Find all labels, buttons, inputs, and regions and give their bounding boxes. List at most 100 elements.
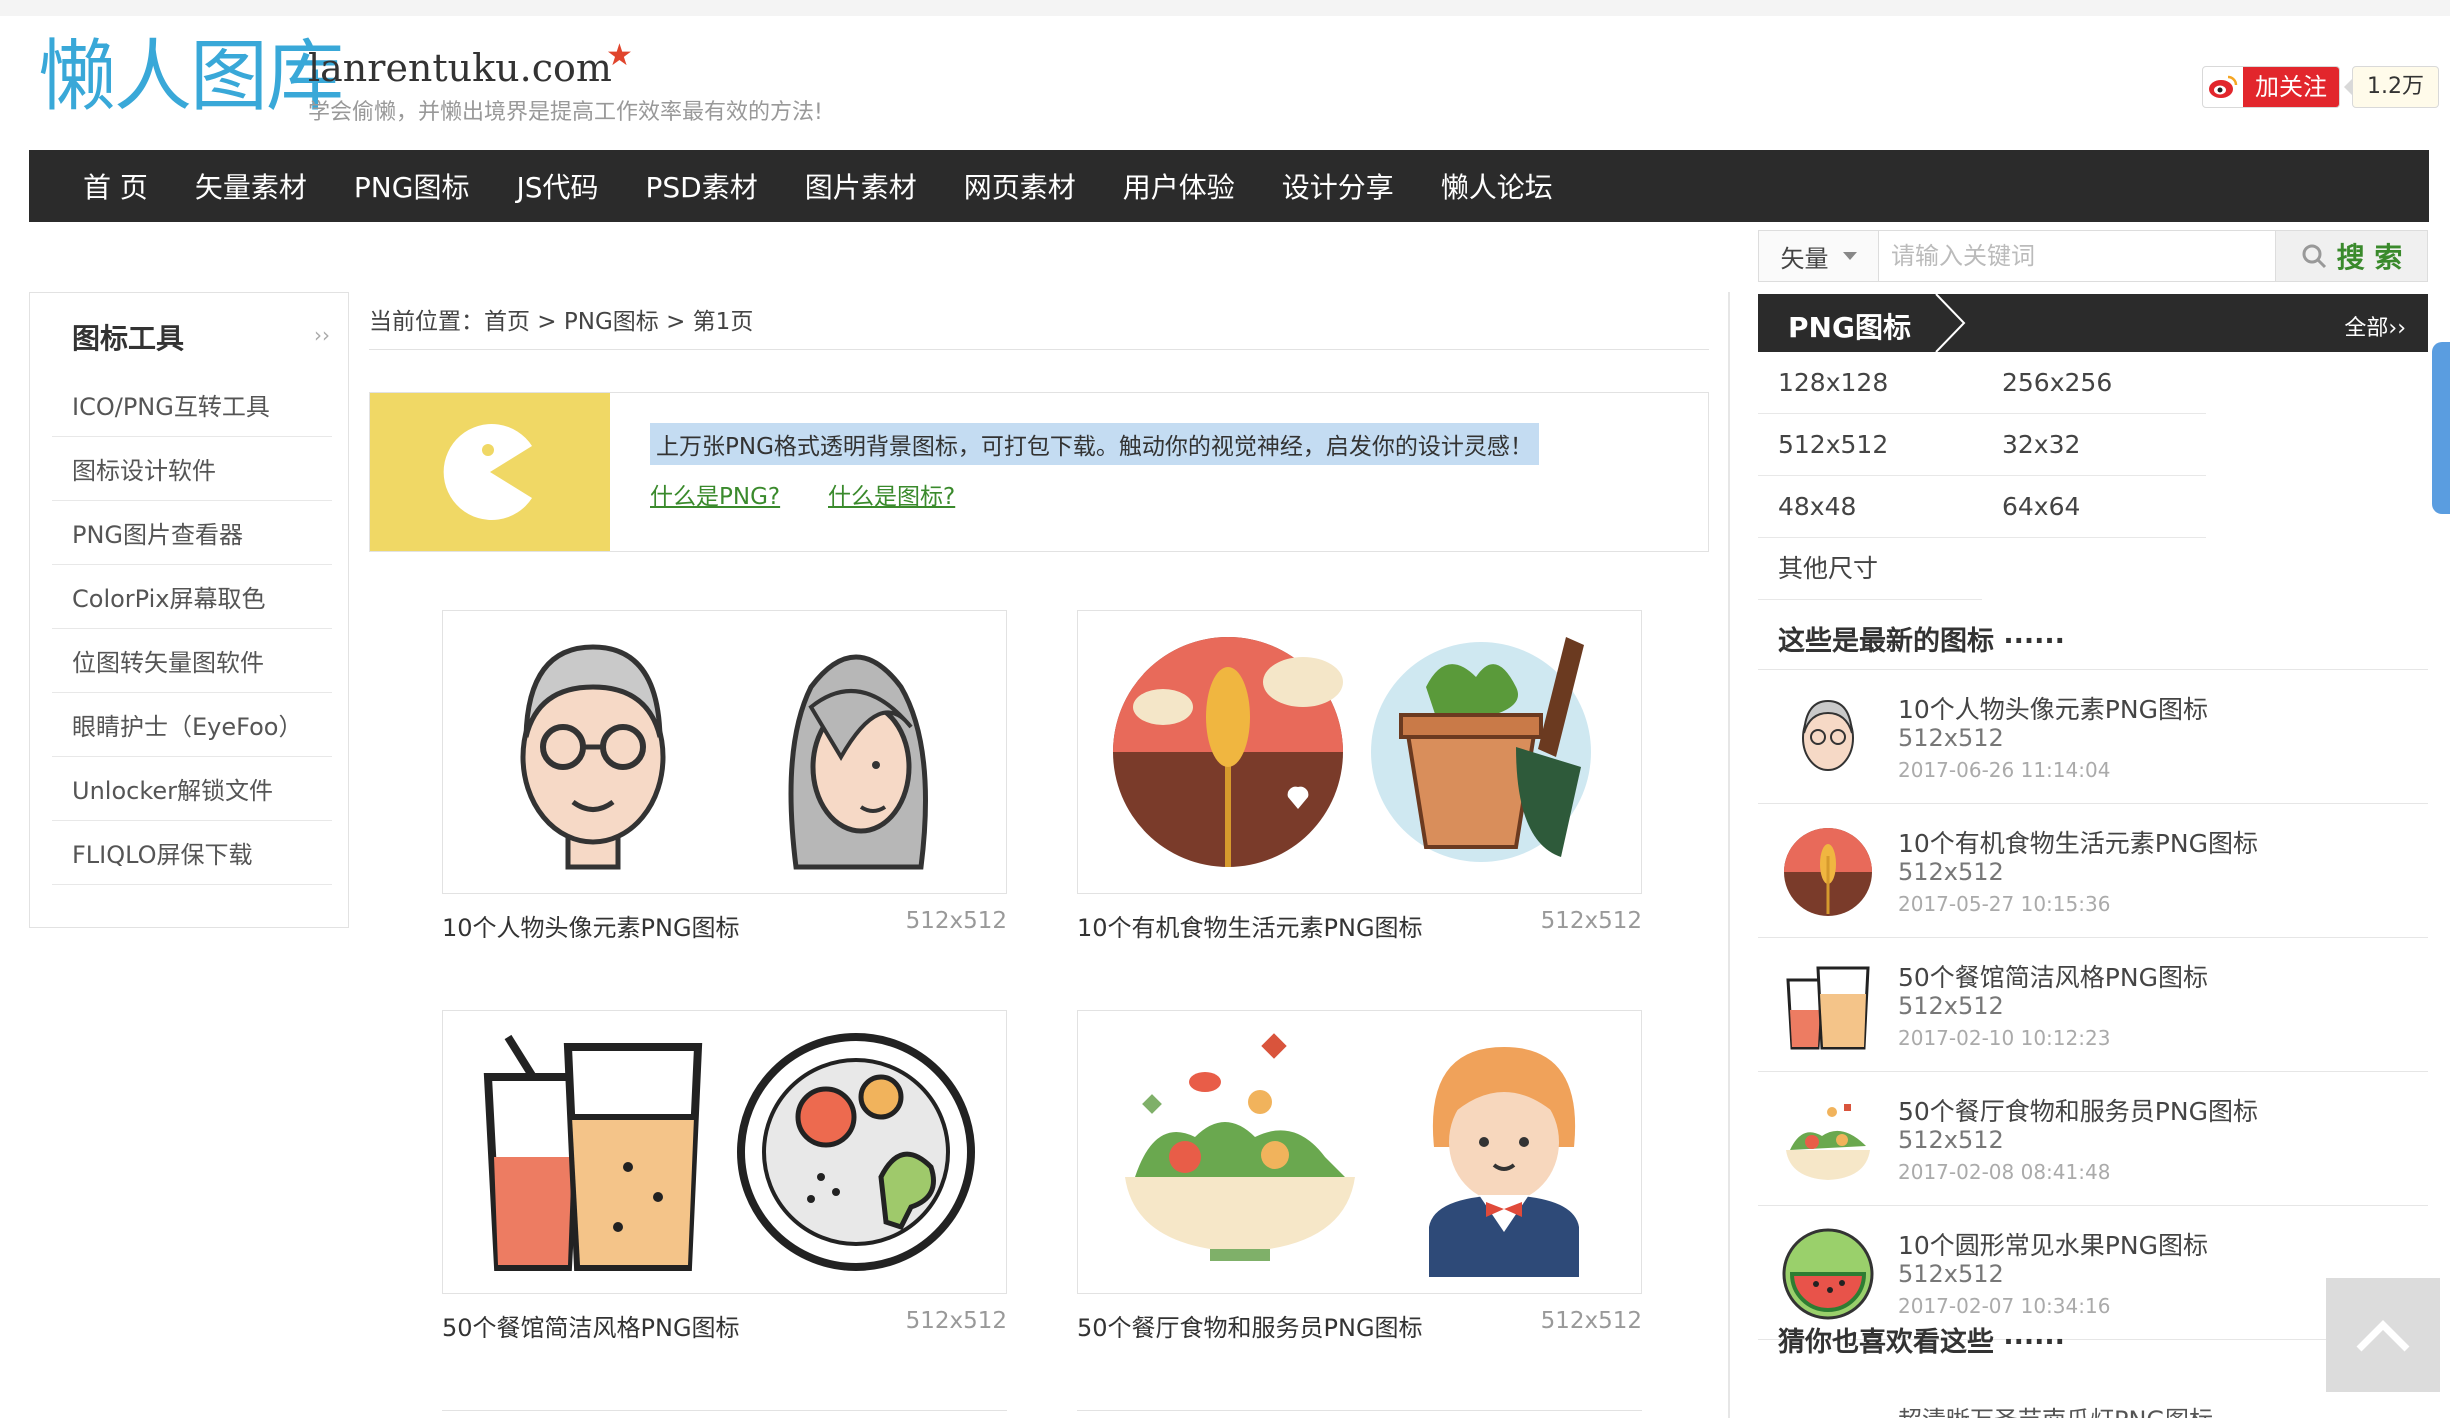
tool-sidebar: 图标工具 ›› ICO/PNG互转工具 图标设计软件 PNG图片查看器 Colo… [29, 292, 349, 928]
size-link[interactable]: 32x32 [1982, 414, 2206, 476]
sidebar-item[interactable]: PNG图片查看器 [52, 501, 332, 565]
latest-item-size: 512x512 [1898, 1126, 2004, 1154]
size-link[interactable]: 128x128 [1758, 352, 1982, 414]
what-is-png-link[interactable]: 什么是PNG? [650, 477, 780, 511]
latest-item-name[interactable]: 50个餐厅食物和服务员PNG图标 [1898, 1092, 2258, 1128]
star-icon: ★ [606, 38, 633, 73]
latest-item-name[interactable]: 10个人物头像元素PNG图标 [1898, 690, 2208, 726]
card-size: 512x512 [905, 908, 1007, 934]
sidebar-item[interactable]: ICO/PNG互转工具 [52, 373, 332, 437]
plant-pot-icon [1371, 637, 1592, 862]
card-title[interactable]: 50个餐馆简洁风格PNG图标 [442, 1308, 740, 1343]
nav-design-share[interactable]: 设计分享 [1282, 166, 1394, 206]
card-title[interactable]: 50个餐厅食物和服务员PNG图标 [1077, 1308, 1423, 1343]
follow-count: 1.2万 [2352, 66, 2439, 108]
banner-text: 上万张PNG格式透明背景图标，可打包下载。触动你的视觉神经，启发你的设计灵感！ [650, 423, 1539, 465]
nav-psd[interactable]: PSD素材 [646, 166, 758, 206]
card-caption: 10个人物头像元素PNG图标 512x512 [442, 908, 1007, 943]
latest-item-date: 2017-02-10 10:12:23 [1898, 1026, 2111, 1050]
latest-item-name[interactable]: 10个有机食物生活元素PNG图标 [1898, 824, 2258, 860]
site-slogan: 学会偷懒，并懒出境界是提高工作效率最有效的方法! [308, 100, 823, 125]
drink-glasses-icon [1780, 958, 1876, 1054]
card-size: 512x512 [1540, 1308, 1642, 1334]
nav-web[interactable]: 网页素材 [964, 166, 1076, 206]
sidebar-item[interactable]: 眼睛护士（EyeFoo） [52, 693, 332, 757]
nav-js-code[interactable]: JS代码 [516, 166, 598, 206]
card-thumbnail[interactable] [442, 1010, 1007, 1294]
size-grid: 128x128 256x256 512x512 32x32 48x48 64x6… [1758, 352, 2428, 600]
latest-item[interactable]: 50个餐厅食物和服务员PNG图标 512x512 2017-02-08 08:4… [1758, 1072, 2428, 1206]
nav-forum[interactable]: 懒人论坛 [1441, 166, 1553, 206]
latest-item[interactable]: 10个人物头像元素PNG图标 512x512 2017-06-26 11:14:… [1758, 670, 2428, 804]
sidebar-title: 图标工具 [72, 322, 185, 355]
site-logo[interactable]: 懒人图库 [38, 38, 344, 116]
icon-card[interactable]: 10个人物头像元素PNG图标 512x512 [442, 610, 1007, 943]
sidebar-list: ICO/PNG互转工具 图标设计软件 PNG图片查看器 ColorPix屏幕取色… [52, 373, 332, 885]
sidebar-item[interactable]: Unlocker解锁文件 [52, 757, 332, 821]
intro-banner: 上万张PNG格式透明背景图标，可打包下载。触动你的视觉神经，启发你的设计灵感！ … [369, 392, 1709, 552]
size-link[interactable]: 其他尺寸 [1758, 538, 1982, 600]
side-feedback-tab[interactable] [2432, 342, 2450, 514]
png-icons-header: PNG图标 全部›› [1758, 294, 2428, 352]
search-input[interactable] [1879, 231, 2275, 281]
search-type-select[interactable]: 矢量 [1759, 231, 1879, 281]
icon-card[interactable]: 10个有机食物生活元素PNG图标 512x512 [1077, 610, 1642, 943]
nav-home[interactable]: 首 页 [83, 166, 148, 206]
top-strip [0, 0, 2450, 16]
site-domain[interactable]: lanrentuku.com [308, 47, 612, 90]
latest-item-name[interactable]: 50个餐馆简洁风格PNG图标 [1898, 958, 2208, 994]
sidebar-item[interactable]: 位图转矢量图软件 [52, 629, 332, 693]
latest-item-size: 512x512 [1898, 858, 2004, 886]
nav-ux[interactable]: 用户体验 [1123, 166, 1235, 206]
icon-card-partial [442, 1410, 1007, 1418]
man-avatar-icon [1780, 690, 1876, 786]
nav-images[interactable]: 图片素材 [805, 166, 917, 206]
icon-card[interactable]: 50个餐厅食物和服务员PNG图标 512x512 [1077, 1010, 1642, 1343]
sidebar-more-icon[interactable]: ›› [314, 323, 330, 347]
size-link[interactable]: 48x48 [1758, 476, 1982, 538]
nav-vector[interactable]: 矢量素材 [195, 166, 307, 206]
size-link[interactable]: 64x64 [1982, 476, 2206, 538]
sidebar-item[interactable]: FLIQLO屏保下载 [52, 821, 332, 885]
recommend-item-partial[interactable]: 超清晰万圣节南瓜灯PNG图标 [1898, 1400, 2213, 1418]
size-link[interactable]: 256x256 [1982, 352, 2206, 414]
latest-item-name[interactable]: 10个圆形常见水果PNG图标 [1898, 1226, 2208, 1262]
nav-png-icons[interactable]: PNG图标 [354, 166, 470, 206]
breadcrumb: 当前位置：首页 > PNG图标 > 第1页 [369, 302, 1709, 350]
latest-item[interactable]: 10个有机食物生活元素PNG图标 512x512 2017-05-27 10:1… [1758, 804, 2428, 938]
size-link[interactable]: 512x512 [1758, 414, 1982, 476]
card-thumbnail[interactable] [1077, 610, 1642, 894]
card-size: 512x512 [905, 1308, 1007, 1334]
salad-bowl-icon [1780, 1092, 1876, 1188]
food-plate-icon [737, 1033, 976, 1271]
latest-item-date: 2017-06-26 11:14:04 [1898, 758, 2111, 782]
latest-item-size: 512x512 [1898, 724, 2004, 752]
latest-item[interactable]: 50个餐馆简洁风格PNG图标 512x512 2017-02-10 10:12:… [1758, 938, 2428, 1072]
icon-card[interactable]: 50个餐馆简洁风格PNG图标 512x512 [442, 1010, 1007, 1343]
chevron-up-icon [2356, 1320, 2410, 1352]
weibo-follow-button[interactable]: 加关注 [2202, 66, 2340, 108]
search-button[interactable]: 搜 索 [2275, 231, 2427, 281]
column-divider [1728, 292, 1730, 1418]
card-thumbnail[interactable] [1077, 1010, 1642, 1294]
weibo-follow: 加关注 1.2万 [2202, 66, 2439, 108]
waitress-icon [1428, 1047, 1579, 1277]
card-caption: 50个餐厅食物和服务员PNG图标 512x512 [1077, 1308, 1642, 1343]
search-icon [2302, 244, 2326, 269]
latest-icons-title: 这些是最新的图标 ······ [1758, 600, 2428, 670]
back-to-top-button[interactable] [2326, 1278, 2440, 1392]
sidebar-item[interactable]: 图标设计软件 [52, 437, 332, 501]
card-thumbnail[interactable] [442, 610, 1007, 894]
sidebar-item[interactable]: ColorPix屏幕取色 [52, 565, 332, 629]
follow-label: 加关注 [2243, 67, 2339, 107]
what-is-icon-link[interactable]: 什么是图标? [828, 477, 955, 511]
png-icons-all-link[interactable]: 全部›› [2344, 310, 2406, 342]
latest-item-date: 2017-02-08 08:41:48 [1898, 1160, 2111, 1184]
icon-card-partial [1077, 1410, 1642, 1418]
man-avatar-icon [520, 644, 666, 870]
weibo-icon [2203, 67, 2243, 107]
card-title[interactable]: 10个有机食物生活元素PNG图标 [1077, 908, 1423, 943]
woman-avatar-icon [788, 654, 929, 870]
right-panel: PNG图标 全部›› 128x128 256x256 512x512 32x32… [1758, 294, 2428, 1340]
card-title[interactable]: 10个人物头像元素PNG图标 [442, 908, 740, 943]
